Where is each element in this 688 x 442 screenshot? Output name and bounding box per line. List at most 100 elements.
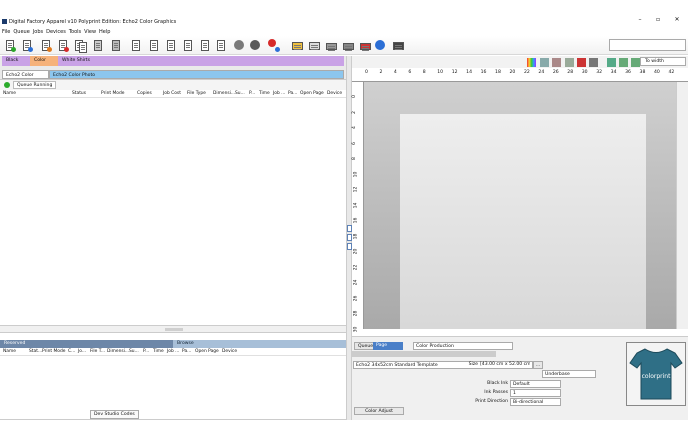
size-more-button[interactable]: ... xyxy=(533,361,543,369)
printer-sub-tabs: Echo2 Color Graphics Echo2 Color Photo xyxy=(0,66,346,87)
menu-devices[interactable]: Devices xyxy=(46,29,66,35)
black-ink-select[interactable]: Default xyxy=(510,380,561,388)
scroll-thumb[interactable] xyxy=(165,328,183,331)
red-tool-icon[interactable] xyxy=(577,58,586,67)
color-bars-icon[interactable] xyxy=(527,58,536,67)
calibrate-icon[interactable] xyxy=(307,39,320,52)
menu-help[interactable]: Help xyxy=(99,29,110,35)
menu-tools[interactable]: Tools xyxy=(69,29,81,35)
cancel-job-icon[interactable] xyxy=(57,39,69,52)
tab-white-shirts[interactable]: White Shirts xyxy=(58,56,344,66)
tab-black-shirts[interactable]: Black Shirts xyxy=(2,56,30,73)
fit-icon[interactable] xyxy=(631,58,640,67)
device-color-icon[interactable] xyxy=(268,39,280,52)
menu-jobs[interactable]: Jobs xyxy=(33,29,43,35)
ink-passes-select[interactable]: 1 xyxy=(510,389,561,397)
col-pa[interactable]: Pa... xyxy=(288,90,297,98)
menu-file[interactable]: File xyxy=(2,29,10,35)
stop-icon[interactable] xyxy=(249,39,261,52)
col-status[interactable]: Status xyxy=(72,90,86,98)
col-copies[interactable]: Copies xyxy=(137,90,152,98)
col-time[interactable]: Time xyxy=(259,90,270,98)
folder-icon[interactable] xyxy=(290,39,303,52)
move-up-icon[interactable] xyxy=(165,39,177,52)
col-open-page[interactable]: Open Page xyxy=(300,90,324,98)
tab-reserved[interactable]: Reserved xyxy=(0,340,173,348)
col-file-type[interactable]: File Type xyxy=(187,90,206,98)
tab-color-shirts[interactable]: Color Shirts xyxy=(30,56,58,73)
col-device[interactable]: Device xyxy=(327,90,342,98)
ruler-y-tick: 12 xyxy=(353,186,359,193)
reserved-table[interactable]: Name Stat... Print Mode C... Jo... File … xyxy=(0,348,346,420)
col-p[interactable]: P... xyxy=(143,348,149,356)
col-job-cost[interactable]: Jo... xyxy=(78,348,86,356)
canvas-vertical-scrollbar[interactable] xyxy=(676,82,688,329)
col-job-cost[interactable]: Job Cost xyxy=(163,90,181,98)
underbase-select[interactable]: Underbase xyxy=(542,370,596,378)
col-file-type[interactable]: File T... xyxy=(90,348,105,356)
minimize-button[interactable]: – xyxy=(633,16,647,23)
col-print-mode[interactable]: Print Mode xyxy=(42,348,65,356)
search-input[interactable] xyxy=(609,39,686,51)
ruler-y-tick: 16 xyxy=(353,217,359,224)
rotate-job-icon[interactable] xyxy=(199,39,211,52)
job-preview-icon[interactable] xyxy=(110,39,122,52)
duplicate-job-icon[interactable] xyxy=(75,39,87,53)
tab-echo2-color-photo[interactable]: Echo2 Color Photo xyxy=(49,70,344,79)
col-substrate[interactable]: Su... xyxy=(129,348,139,356)
job-properties-icon[interactable] xyxy=(215,39,227,52)
col-open-page[interactable]: Open Page xyxy=(195,348,219,356)
view-eye-icon[interactable] xyxy=(607,58,616,67)
scissors-icon[interactable] xyxy=(552,58,561,67)
col-time[interactable]: Time xyxy=(153,348,164,356)
col-substrate[interactable]: Su... xyxy=(235,90,245,98)
col-pa[interactable]: Pa... xyxy=(182,348,191,356)
printer-status-icon[interactable] xyxy=(324,39,337,52)
col-copies[interactable]: C... xyxy=(68,348,75,356)
col-dimensions[interactable]: Dimensi... xyxy=(213,90,235,98)
col-p[interactable]: P... xyxy=(249,90,255,98)
crop-tool-icon[interactable] xyxy=(540,58,549,67)
col-dimensions[interactable]: Dimensi... xyxy=(107,348,129,356)
job-image-icon[interactable] xyxy=(92,39,104,52)
print-platen[interactable] xyxy=(400,114,646,329)
tab-page[interactable]: Page xyxy=(373,342,403,350)
new-job-icon[interactable] xyxy=(4,39,16,52)
col-job[interactable]: Job ... xyxy=(273,90,285,98)
open-job-icon[interactable] xyxy=(21,39,33,52)
tab-browse[interactable]: Browse xyxy=(173,340,346,348)
maximize-button[interactable]: ▫ xyxy=(651,16,665,23)
col-device[interactable]: Device xyxy=(222,348,237,356)
col-status[interactable]: Stat... xyxy=(29,348,42,356)
menu-queue[interactable]: Queue xyxy=(13,29,29,35)
split-job-icon[interactable] xyxy=(130,39,142,52)
ruler-y-tick: 4 xyxy=(351,126,357,129)
printer-icon[interactable] xyxy=(341,39,354,52)
mask-tool-icon[interactable] xyxy=(565,58,574,67)
print-direction-select[interactable]: Bi-directional xyxy=(510,398,561,406)
ink-icon[interactable] xyxy=(358,39,371,52)
nest-jobs-icon[interactable] xyxy=(148,39,160,52)
move-down-icon[interactable] xyxy=(182,39,194,52)
color-adjust-button[interactable]: Color Adjust xyxy=(354,407,404,415)
col-name[interactable]: Name xyxy=(3,90,16,98)
ruler-y-tick: 26 xyxy=(353,295,359,301)
network-icon[interactable] xyxy=(374,39,386,52)
close-button[interactable]: ✕ xyxy=(670,16,684,23)
grid-tool-icon[interactable] xyxy=(589,58,598,67)
jobs-table[interactable]: Name Status Print Mode Copies Job Cost F… xyxy=(0,90,346,326)
col-job[interactable]: Job ... xyxy=(167,348,179,356)
col-print-mode[interactable]: Print Mode xyxy=(101,90,124,98)
ruler-x-tick: 14 xyxy=(466,70,472,75)
visibility-icon[interactable] xyxy=(619,58,628,67)
print-job-icon[interactable] xyxy=(40,39,52,52)
col-name[interactable]: Name xyxy=(3,348,16,356)
menu-view[interactable]: View xyxy=(84,29,96,35)
rip-icon[interactable] xyxy=(391,39,404,52)
tab-echo2-color-graphics[interactable]: Echo2 Color Graphics xyxy=(2,70,49,87)
jobs-horizontal-scrollbar[interactable] xyxy=(0,326,346,333)
production-select[interactable]: Color Production xyxy=(413,342,513,350)
settings-gear-icon[interactable] xyxy=(233,39,245,52)
horizontal-splitter[interactable] xyxy=(0,333,346,340)
zoom-select[interactable]: To width xyxy=(640,57,686,66)
